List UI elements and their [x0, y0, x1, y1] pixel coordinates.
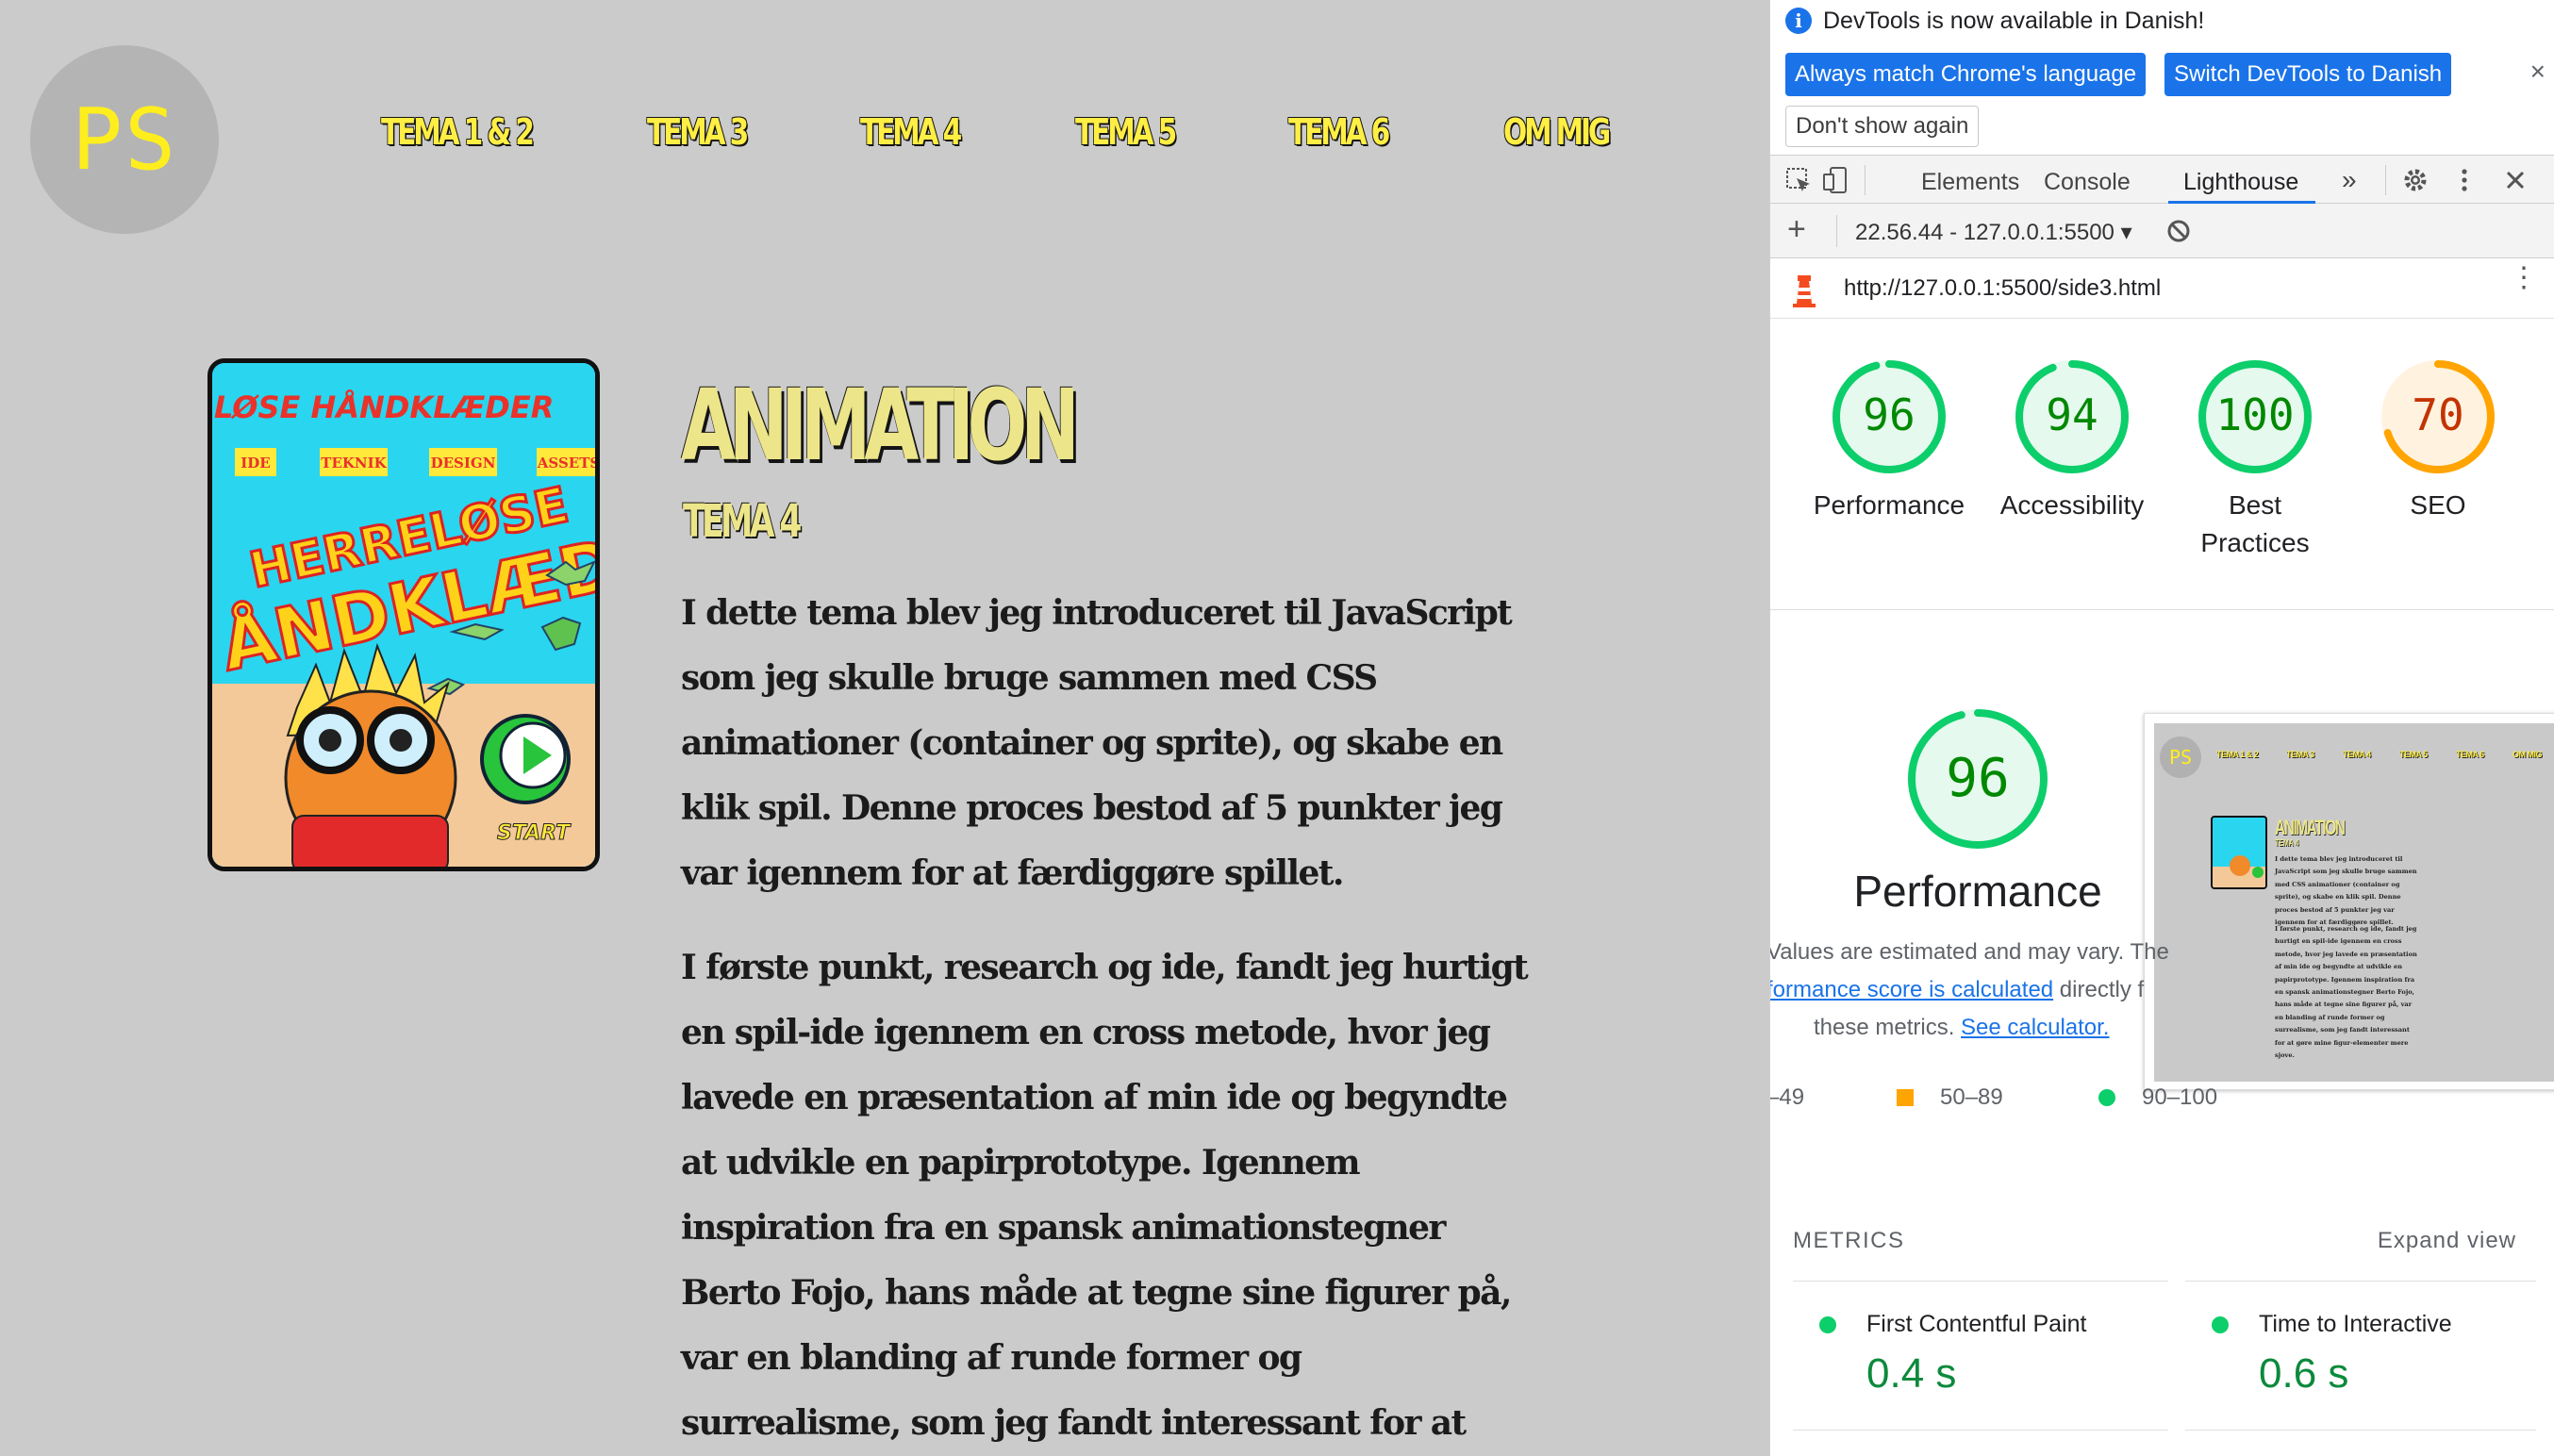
settings-gear-icon[interactable] [2400, 165, 2430, 195]
preview-nav-tema-1-2: TEMA 1 & 2 [2216, 750, 2259, 759]
gauge-ring: 70 [2381, 360, 2495, 473]
metric-pass-dot [2212, 1316, 2229, 1333]
close-devtools-icon[interactable] [2500, 165, 2530, 195]
page-title: ANIMATION [681, 368, 1080, 483]
legend-pass-dot [2098, 1089, 2115, 1106]
clear-reports-icon[interactable] [2164, 217, 2193, 245]
see-calculator-link[interactable]: See calculator. [1961, 1015, 2109, 1040]
report-url: http://127.0.0.1:5500/side3.html [1844, 275, 2162, 301]
page-subtitle: TEMA 4 [683, 495, 802, 548]
gauge-label: Best Practices [2200, 490, 2310, 557]
more-tabs-icon[interactable]: » [2342, 165, 2357, 195]
metric-value: 0.6 s [2259, 1350, 2349, 1397]
info-icon: i [1785, 8, 1812, 34]
notice-message: DevTools is now available in Danish! [1823, 8, 2205, 34]
thumb-menu-design: DESIGN [431, 455, 496, 472]
thumb-start-label: START [497, 821, 572, 845]
performance-big-gauge: 96 [1908, 709, 2048, 849]
estimate-note-mid: directly f [2053, 977, 2145, 1002]
preview-title: ANIMATION [2275, 816, 2346, 839]
gauge-score: 96 [1863, 389, 1915, 440]
report-menu-icon[interactable]: ⋮ [2510, 264, 2538, 292]
game-thumbnail[interactable]: LØSE HÅNDKLÆDER IDE TEKNIK DESIGN ASSETS… [207, 358, 600, 871]
score-gauge-accessibility[interactable]: 94 Accessibility [1978, 355, 2166, 524]
big-gauge-score: 96 [1946, 748, 2009, 809]
nav-tema-4[interactable]: TEMA 4 [860, 111, 962, 153]
legend-fail: –49 [1769, 1084, 1805, 1110]
nav-tema-5[interactable]: TEMA 5 [1075, 111, 1177, 153]
thumb-menu-ide: IDE [240, 455, 270, 472]
estimate-note-pre: these metrics. [1814, 1015, 1962, 1040]
score-calculated-link[interactable]: formance score is calculated [1770, 977, 2053, 1002]
estimate-note-line1: Values are estimated and may vary. The [1769, 939, 2169, 965]
webpage-viewport: PS TEMA 1 & 2 TEMA 3 TEMA 4 TEMA 5 TEMA … [0, 0, 1769, 1456]
lighthouse-toolbar: + 22.56.44 - 127.0.0.1:5500 ▾ [1770, 204, 2554, 258]
metric-name: Time to Interactive [2259, 1311, 2452, 1337]
main-nav: TEMA 1 & 2 TEMA 3 TEMA 4 TEMA 5 TEMA 6 O… [0, 111, 1769, 168]
report-url-bar: http://127.0.0.1:5500/side3.html ⋮ [1770, 258, 2554, 319]
preview-nav-om-mig: OM MIG [2513, 750, 2543, 759]
report-selector[interactable]: 22.56.44 - 127.0.0.1:5500 ▾ [1855, 219, 2132, 246]
expand-view-toggle[interactable]: Expand view [2378, 1228, 2516, 1254]
gauge-score: 100 [2215, 389, 2294, 440]
tab-console[interactable]: Console [2044, 169, 2131, 196]
game-thumbnail-art: LØSE HÅNDKLÆDER IDE TEKNIK DESIGN ASSETS… [212, 363, 595, 867]
nav-tema-3[interactable]: TEMA 3 [647, 111, 749, 153]
score-gauge-best-practices[interactable]: 100 Best Practices [2161, 355, 2349, 562]
devtools-tabbar: Elements Console Lighthouse » [1770, 155, 2554, 204]
thumb-top-title: LØSE HÅNDKLÆDER [214, 389, 554, 425]
score-gauge-seo[interactable]: 70 SEO [2344, 355, 2532, 524]
metrics-heading: METRICS [1793, 1228, 1905, 1253]
preview-nav-tema-4: TEMA 4 [2343, 750, 2371, 759]
inspect-element-icon[interactable] [1783, 165, 1814, 195]
legend-average-square [1897, 1089, 1914, 1106]
preview-nav-tema-5: TEMA 5 [2399, 750, 2428, 759]
nav-om-mig[interactable]: OM MIG [1503, 111, 1611, 153]
preview-logo: PS [2160, 736, 2201, 778]
lighthouse-logo-icon [1793, 275, 1816, 307]
thumb-menu-assets: ASSETS [537, 455, 595, 472]
performance-title: Performance [1853, 867, 2102, 916]
legend-average: 50–89 [1940, 1084, 2003, 1110]
metric-pass-dot [1819, 1316, 1836, 1333]
preview-paragraph-2: I første punkt, research og ide, fandt j… [2275, 925, 2417, 1060]
estimate-note-line2: formance score is calculated directly f [1770, 977, 2145, 1003]
devtools-panel: i DevTools is now available in Danish! A… [1769, 0, 2554, 1456]
language-notice: i DevTools is now available in Danish! A… [1770, 0, 2554, 155]
gauge-ring: 94 [2015, 360, 2129, 473]
gauge-label: Accessibility [1999, 490, 2145, 520]
thumb-menu-teknik: TEKNIK [321, 455, 387, 472]
body-paragraph-1: I dette tema blev jeg introduceret til J… [681, 593, 1513, 893]
gauge-score: 70 [2412, 389, 2463, 440]
gauge-ring: 100 [2198, 360, 2312, 473]
legend-pass: 90–100 [2142, 1084, 2218, 1110]
preview-thumbnail [2211, 816, 2267, 889]
performance-summary: 96 Performance [1836, 705, 2119, 917]
dont-show-again-button[interactable]: Don't show again [1785, 106, 1980, 147]
screenshot-preview[interactable]: PS TEMA 1 & 2 TEMA 3 TEMA 4 TEMA 5 TEMA … [2144, 713, 2554, 1090]
gauge-label: Performance [1813, 490, 1965, 520]
new-report-icon[interactable]: + [1787, 211, 1806, 248]
match-language-button[interactable]: Always match Chrome's language [1785, 53, 2147, 96]
metric-name: First Contentful Paint [1866, 1311, 2087, 1337]
preview-paragraph-1: I dette tema blev jeg introduceret til J… [2275, 855, 2417, 927]
close-notice-icon[interactable]: × [2530, 57, 2546, 87]
gauge-ring: 96 [1833, 360, 1946, 473]
estimate-note-line3: these metrics. See calculator. [1814, 1015, 2109, 1041]
metric-value: 0.4 s [1866, 1350, 1957, 1397]
body-paragraph-2: I første punkt, research og ide, fandt j… [681, 948, 1529, 1443]
score-gauge-performance[interactable]: 96 Performance [1795, 355, 1983, 524]
tab-lighthouse[interactable]: Lighthouse [2183, 169, 2298, 196]
switch-to-danish-button[interactable]: Switch DevTools to Danish [2164, 53, 2452, 96]
nav-tema-6[interactable]: TEMA 6 [1288, 111, 1390, 153]
tab-elements[interactable]: Elements [1921, 169, 2019, 196]
preview-nav-tema-3: TEMA 3 [2286, 750, 2314, 759]
gauge-label: SEO [2410, 490, 2466, 520]
preview-subtitle: TEMA 4 [2275, 838, 2299, 849]
preview-nav-tema-6: TEMA 6 [2456, 750, 2484, 759]
kebab-menu-icon[interactable] [2449, 165, 2479, 195]
device-toolbar-icon[interactable] [1821, 165, 1851, 195]
gauge-score: 94 [2046, 389, 2098, 440]
nav-tema-1-2[interactable]: TEMA 1 & 2 [381, 111, 535, 153]
